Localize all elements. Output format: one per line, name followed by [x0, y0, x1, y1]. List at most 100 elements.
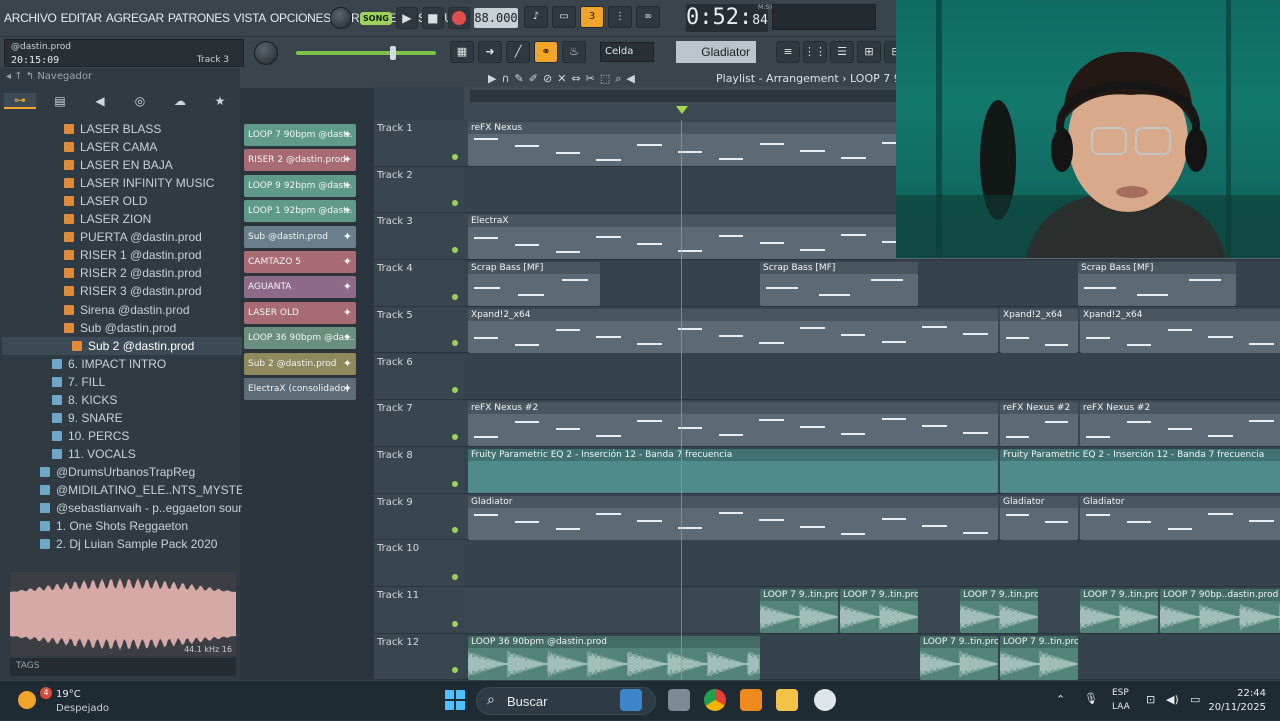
- menu-item[interactable]: EDITAR: [61, 11, 103, 25]
- playlist-clip[interactable]: LOOP 7 9..tin.prod: [960, 589, 1038, 633]
- task-view-icon[interactable]: [668, 689, 690, 711]
- pattern-selector[interactable]: Gladiator: [676, 41, 756, 63]
- playlist-clip[interactable]: Xpand!2_x64: [1000, 308, 1078, 353]
- playlist-clip[interactable]: Gladiator: [1000, 495, 1078, 540]
- browser-file-item[interactable]: LASER EN BAJA: [64, 156, 240, 174]
- piano-roll-icon[interactable]: ▦: [450, 41, 474, 63]
- play-button[interactable]: ▶: [395, 7, 418, 29]
- sounds-tab-icon[interactable]: ◀: [84, 94, 116, 108]
- playlist-clip[interactable]: LOOP 7 9..tin.prod: [920, 635, 998, 680]
- picker-item[interactable]: LOOP 7 90bpm @dast.. ✦: [244, 124, 356, 146]
- master-volume-slider[interactable]: [296, 51, 436, 55]
- menu-item[interactable]: VISTA: [234, 11, 267, 25]
- keyboard-layout[interactable]: LAA: [1112, 702, 1130, 712]
- browser-file-item[interactable]: RISER 3 @dastin.prod: [64, 282, 240, 300]
- clock-time[interactable]: 22:44: [1237, 688, 1266, 699]
- track-header[interactable]: Track 3: [374, 213, 464, 261]
- picker-item[interactable]: AGUANTA ✦: [244, 276, 356, 299]
- browser-file-item[interactable]: RISER 1 @dastin.prod: [64, 246, 240, 264]
- browser-file-item[interactable]: Sirena @dastin.prod: [64, 301, 240, 319]
- playlist-clip[interactable]: LOOP 7 9..tin.prod: [840, 589, 918, 633]
- track-mute-led[interactable]: [452, 573, 458, 580]
- step-edit-button[interactable]: ⋮: [608, 6, 632, 28]
- battery-icon[interactable]: ▭: [1190, 693, 1200, 706]
- track-mute-led[interactable]: [452, 293, 458, 300]
- playhead-marker[interactable]: [676, 106, 688, 114]
- track-mute-led[interactable]: [452, 527, 458, 534]
- track-header[interactable]: Track 2: [374, 166, 464, 214]
- track-header[interactable]: Track 6: [374, 353, 464, 401]
- picker-item[interactable]: RISER 2 @dastin.prod ✦: [244, 149, 356, 172]
- track-mute-led[interactable]: [452, 480, 458, 487]
- track-header[interactable]: Track 8: [374, 446, 464, 494]
- browser-folder-item[interactable]: @sebastianvaih - p..eggaeton sound kit): [40, 499, 271, 517]
- pencil-icon[interactable]: ✎: [515, 72, 524, 86]
- playlist-clip[interactable]: Fruity Parametric EQ 2 - Inserción 12 - …: [468, 448, 998, 493]
- wait-input-button[interactable]: ▭: [552, 6, 576, 28]
- browser-file-item[interactable]: RISER 2 @dastin.prod: [64, 264, 240, 282]
- browser-file-item[interactable]: LASER ZION: [64, 210, 240, 228]
- browser-file-item[interactable]: LASER BLASS: [64, 120, 240, 138]
- mute-icon[interactable]: ✕: [557, 72, 566, 86]
- magnet-icon[interactable]: ∩: [501, 72, 509, 86]
- link-icon[interactable]: ⚭: [534, 41, 558, 63]
- favorites-tab-icon[interactable]: ★: [204, 94, 236, 108]
- network-icon[interactable]: ⊡: [1146, 693, 1155, 706]
- browser-folder-item[interactable]: @DrumsUrbanosTrapReg: [40, 463, 240, 481]
- record-button[interactable]: [447, 7, 470, 29]
- track-header[interactable]: Track 4: [374, 260, 464, 307]
- browser-file-item[interactable]: PUERTA @dastin.prod: [64, 228, 240, 246]
- browser-file-item[interactable]: LASER OLD: [64, 192, 240, 210]
- track-mute-led[interactable]: [452, 387, 458, 394]
- tags-bar[interactable]: TAGS: [10, 658, 236, 676]
- picker-item[interactable]: LOOP 9 92bpm @dast.. ✦: [244, 174, 356, 197]
- loop-record-button[interactable]: ∞: [636, 6, 660, 28]
- playlist-clip[interactable]: Gladiator: [468, 495, 998, 540]
- playlist-clip[interactable]: LOOP 7 9..tin.prod: [1080, 589, 1158, 633]
- browser-folder-item[interactable]: 1. One Shots Reggaeton: [40, 517, 240, 535]
- playlist-clip[interactable]: reFX Nexus #2: [1080, 402, 1280, 447]
- sample-preview[interactable]: 44.1 kHz 16: [10, 572, 236, 656]
- playlist-clip[interactable]: Xpand!2_x64: [1080, 308, 1280, 353]
- snap-selector[interactable]: Celda: [600, 42, 654, 62]
- browser-file-item[interactable]: LASER CAMA: [64, 138, 240, 156]
- stop-button[interactable]: ■: [421, 7, 444, 29]
- menu-item[interactable]: OPCIONES: [270, 11, 331, 25]
- playlist-clip[interactable]: Scrap Bass [MF]: [468, 262, 600, 307]
- metronome-button[interactable]: ♪: [524, 6, 548, 28]
- browser-icon[interactable]: ⊞: [857, 41, 881, 63]
- track-header[interactable]: Track 11: [374, 587, 464, 634]
- track-mute-led[interactable]: [452, 433, 458, 440]
- playlist-clip[interactable]: LOOP 7 90bp..dastin.prod: [1160, 589, 1280, 633]
- cloud-tab-icon[interactable]: ☁: [164, 94, 196, 108]
- draw-icon[interactable]: ╱: [506, 41, 530, 63]
- track-mute-led[interactable]: [452, 340, 458, 347]
- volume-icon[interactable]: ◀): [1166, 693, 1179, 706]
- menu-arrow-icon[interactable]: ▶: [488, 72, 496, 86]
- arrow-right-icon[interactable]: ➜: [478, 41, 502, 63]
- playlist-clip[interactable]: LOOP 7 9..tin.prod: [760, 589, 838, 633]
- brush-icon[interactable]: ✐: [529, 72, 538, 86]
- browser-folder-item[interactable]: 6. IMPACT INTRO: [52, 355, 240, 373]
- menu-item[interactable]: PATRONES: [168, 11, 230, 25]
- file-explorer-icon[interactable]: [776, 689, 798, 711]
- browser-folder-item[interactable]: 7. FILL: [52, 373, 240, 391]
- track-mute-led[interactable]: [452, 153, 458, 160]
- files-tab-icon[interactable]: ▤: [44, 94, 76, 108]
- track-header[interactable]: Track 1: [374, 120, 464, 167]
- microphone-icon[interactable]: 🎙: [1084, 692, 1098, 705]
- language-code[interactable]: ESP: [1112, 688, 1129, 698]
- chrome-icon[interactable]: [704, 689, 726, 711]
- track-lane[interactable]: [464, 540, 1280, 587]
- playlist-clip[interactable]: reFX Nexus #2: [468, 402, 998, 447]
- browser-file-item[interactable]: Sub @dastin.prod: [64, 319, 240, 337]
- slip-icon[interactable]: ⇔: [571, 72, 580, 86]
- tempo-display[interactable]: 88.000: [474, 8, 518, 28]
- zoom-icon[interactable]: ⌕: [615, 72, 621, 86]
- picker-item[interactable]: ElectraX (consolidado) ✦: [244, 378, 356, 400]
- clock-date[interactable]: 20/11/2025: [1208, 702, 1266, 713]
- picker-item[interactable]: LOOP 36 90bpm @das.. ✦: [244, 327, 356, 350]
- select-icon[interactable]: ⬚: [600, 72, 610, 86]
- playlist-clip[interactable]: LOOP 36 90bpm @dastin.prod: [468, 635, 760, 680]
- track-header[interactable]: Track 7: [374, 400, 464, 447]
